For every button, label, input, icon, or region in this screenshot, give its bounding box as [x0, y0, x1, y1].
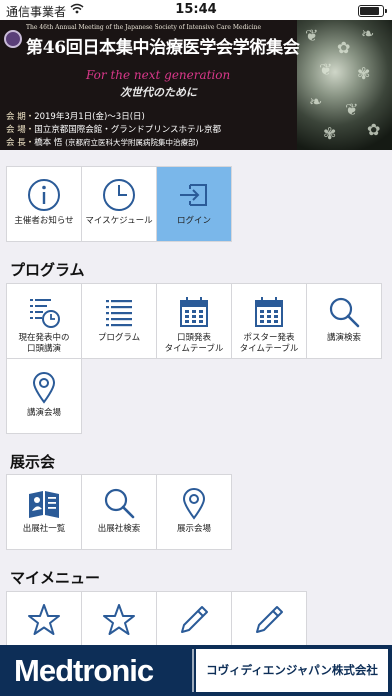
section-title-program: プログラム: [10, 261, 85, 279]
tile-program[interactable]: プログラム: [81, 283, 157, 359]
exhibitor-book-icon: [7, 485, 81, 521]
star-icon: [7, 602, 81, 638]
exhibition-grid: 出展社一覧 出展社検索 展示会場: [6, 474, 232, 550]
tile-label: ログイン: [176, 216, 211, 226]
map-pin-icon: [7, 369, 81, 405]
banner-tagline-ja: 次世代のために: [120, 86, 197, 99]
section-title-exhibition: 展示会: [10, 453, 56, 471]
map-pin-icon: [157, 485, 231, 521]
tile-exhibitor-list[interactable]: 出展社一覧: [6, 474, 82, 550]
tile-exhibition-venue[interactable]: 展示会場: [156, 474, 232, 550]
tile-poster-timetable[interactable]: ポスター発表 タイムテーブル: [231, 283, 307, 359]
sponsor-company-box: コヴィディエンジャパン株式会社: [196, 649, 388, 692]
tile-label: 口頭発表 タイムテーブル: [164, 333, 224, 354]
tile-current-oral-presentations[interactable]: 現在発表中の 口頭講演: [6, 283, 82, 359]
sponsor-brand-logo: Medtronic: [14, 653, 154, 688]
tile-my-schedule[interactable]: マイスケジュール: [81, 166, 157, 242]
list-clock-icon: [7, 294, 81, 330]
sponsor-divider: [192, 649, 194, 692]
tile-label: 出展社検索: [97, 524, 141, 534]
login-icon: [157, 177, 231, 213]
society-logo: [4, 30, 22, 48]
pencil-icon: [157, 602, 231, 638]
tile-oral-timetable[interactable]: 口頭発表 タイムテーブル: [156, 283, 232, 359]
tile-label: 現在発表中の 口頭講演: [18, 333, 70, 354]
conference-banner: ❦ ✿ ❧ ❦ ✾ ❧ ❦ ✿ ✾ The 46th Annual Meeting of t…: [0, 20, 392, 150]
tile-organizer-notices[interactable]: 主催者お知らせ: [6, 166, 82, 242]
tile-label: 展示会場: [176, 524, 211, 534]
tile-label: プログラム: [97, 333, 141, 343]
sponsor-company-name: コヴィディエンジャパン株式会社: [206, 663, 378, 677]
tile-label: マイスケジュール: [85, 216, 153, 226]
banner-dates: 会 期・2019年3月1日(金)〜3日(日): [6, 112, 145, 122]
tile-lecture-venue[interactable]: 講演会場: [6, 358, 82, 434]
tile-label: 講演会場: [26, 408, 61, 418]
clock-icon: [82, 177, 156, 213]
star-icon: [82, 602, 156, 638]
battery-fill: [360, 7, 379, 15]
status-bar: 通信事業者 15:44: [0, 0, 392, 20]
list-icon: [82, 294, 156, 330]
section-title-my-menu: マイメニュー: [10, 569, 101, 587]
info-icon: [7, 177, 81, 213]
tile-label: 講演検索: [326, 333, 361, 343]
pencil-icon: [232, 602, 306, 638]
top-menu-grid: 主催者お知らせ マイスケジュール ログイン: [6, 166, 232, 242]
search-icon: [307, 294, 381, 330]
battery-icon: [358, 5, 387, 17]
banner-artwork: ❦ ✿ ❧ ❦ ✾ ❧ ❦ ✿ ✾: [297, 20, 392, 150]
tile-exhibitor-search[interactable]: 出展社検索: [81, 474, 157, 550]
tile-login[interactable]: ログイン: [156, 166, 232, 242]
calendar-icon: [232, 294, 306, 330]
tile-lecture-search[interactable]: 講演検索: [306, 283, 382, 359]
tile-label: 主催者お知らせ: [14, 216, 74, 226]
banner-annual-meeting: The 46th Annual Meeting of the Japanese …: [26, 24, 262, 31]
tile-label: ポスター発表 タイムテーブル: [239, 333, 299, 354]
banner-tagline-en: For the next generation: [86, 68, 231, 82]
calendar-icon: [157, 294, 231, 330]
banner-title: 第46回日本集中治療医学会学術集会: [26, 38, 300, 58]
clock-time: 15:44: [175, 2, 217, 17]
tile-label: 出展社一覧: [22, 524, 66, 534]
banner-venue: 会 場・国立京都国際会館・グランドプリンスホテル京都: [6, 125, 222, 135]
sponsor-banner[interactable]: Medtronic コヴィディエンジャパン株式会社: [0, 645, 392, 696]
program-grid: 現在発表中の 口頭講演 プログラム 口頭発表 タイムテーブル ポスター発表 タイ…: [6, 283, 386, 434]
banner-chair: 会 長・橋本 悟 (京都府立医科大学附属病院集中治療部): [6, 138, 199, 148]
search-icon: [82, 485, 156, 521]
